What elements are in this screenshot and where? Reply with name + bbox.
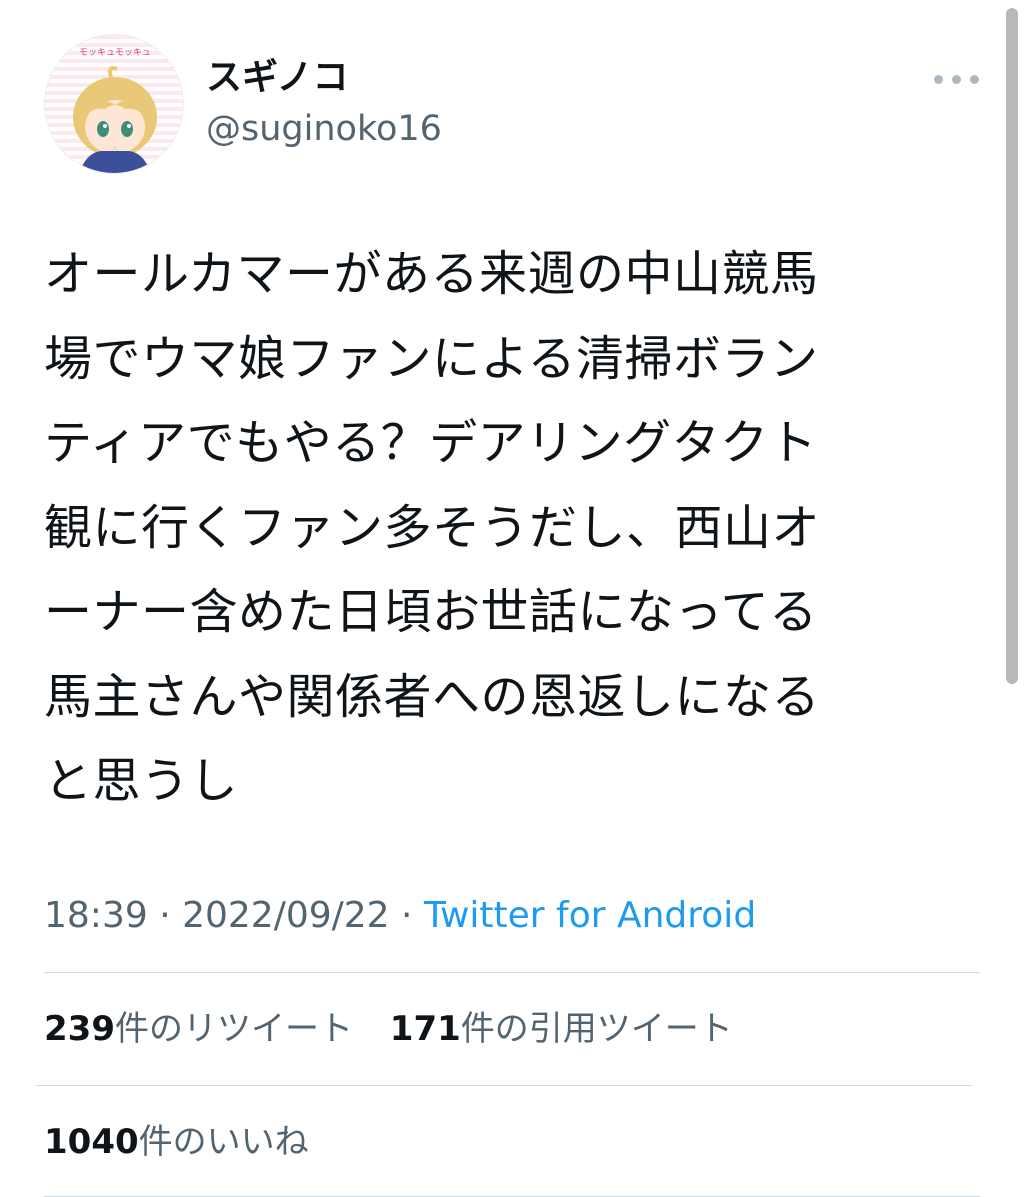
quotes-label: 件の引用ツイート [460, 1009, 733, 1049]
retweets-count: 239 [44, 1009, 115, 1049]
avatar-caption: モッキュモッキュ [79, 48, 151, 58]
more-horizontal-icon-dot [952, 75, 961, 84]
more-horizontal-icon-dot [970, 75, 979, 84]
tweet-time[interactable]: 18:39 [44, 895, 148, 936]
likes-count: 1040 [44, 1122, 139, 1162]
tweet-meta: 18:39 · 2022/09/22 · Twitter for Android [44, 893, 756, 939]
tweet-source-link[interactable]: Twitter for Android [424, 895, 756, 936]
more-horizontal-icon [934, 75, 943, 84]
author-display-name[interactable]: スギノコ [206, 56, 349, 100]
tweet-text-line: 観に行くファン多そうだし、西山オ [44, 499, 821, 556]
retweets-stat[interactable]: 239件のリツイート [44, 1009, 353, 1049]
author-handle[interactable]: @suginoko16 [206, 107, 442, 151]
likes-stat[interactable]: 1040件のいいね [44, 1122, 309, 1162]
tweet-text-line: 場でウマ娘ファンによる清掃ボラン [44, 330, 819, 387]
tweet-text-line: ティアでもやる？デアリングタクト [44, 415, 818, 471]
tweet-date[interactable]: 2022/09/22 [182, 895, 390, 936]
likes-label: 件のいいね [138, 1122, 309, 1162]
retweets-label: 件のリツイート [114, 1009, 353, 1049]
avatar-illustration: モッキュモッキュ [73, 48, 157, 173]
meta-separator: · [389, 895, 424, 936]
meta-separator: · [147, 895, 183, 936]
quotes-stat[interactable]: 171件の引用ツイート [390, 1009, 733, 1049]
share-stats-row: 239件のリツイート 171件の引用ツイート [44, 1006, 733, 1052]
likes-stats-row: 1040件のいいね [44, 1119, 309, 1165]
avatar[interactable]: モッキュモッキュ [44, 34, 184, 174]
tweet-text-line: ーナー含めた日頃お世話になってる [44, 584, 818, 640]
quotes-count: 171 [389, 1009, 461, 1049]
divider [44, 972, 980, 973]
divider [36, 1085, 972, 1086]
tweet-text-line: と思うし [44, 753, 239, 809]
tweet-text: オールカマーがある来週の中山競馬 場でウマ娘ファンによる清掃ボラン ティアでもや… [44, 232, 944, 824]
scrollbar[interactable] [1006, 8, 1018, 684]
tweet-text-line: 馬主さんや関係者への恩返しになる [44, 668, 821, 725]
more-options-button[interactable] [928, 60, 982, 100]
tweet-text-line: オールカマーがある来週の中山競馬 [44, 246, 819, 302]
